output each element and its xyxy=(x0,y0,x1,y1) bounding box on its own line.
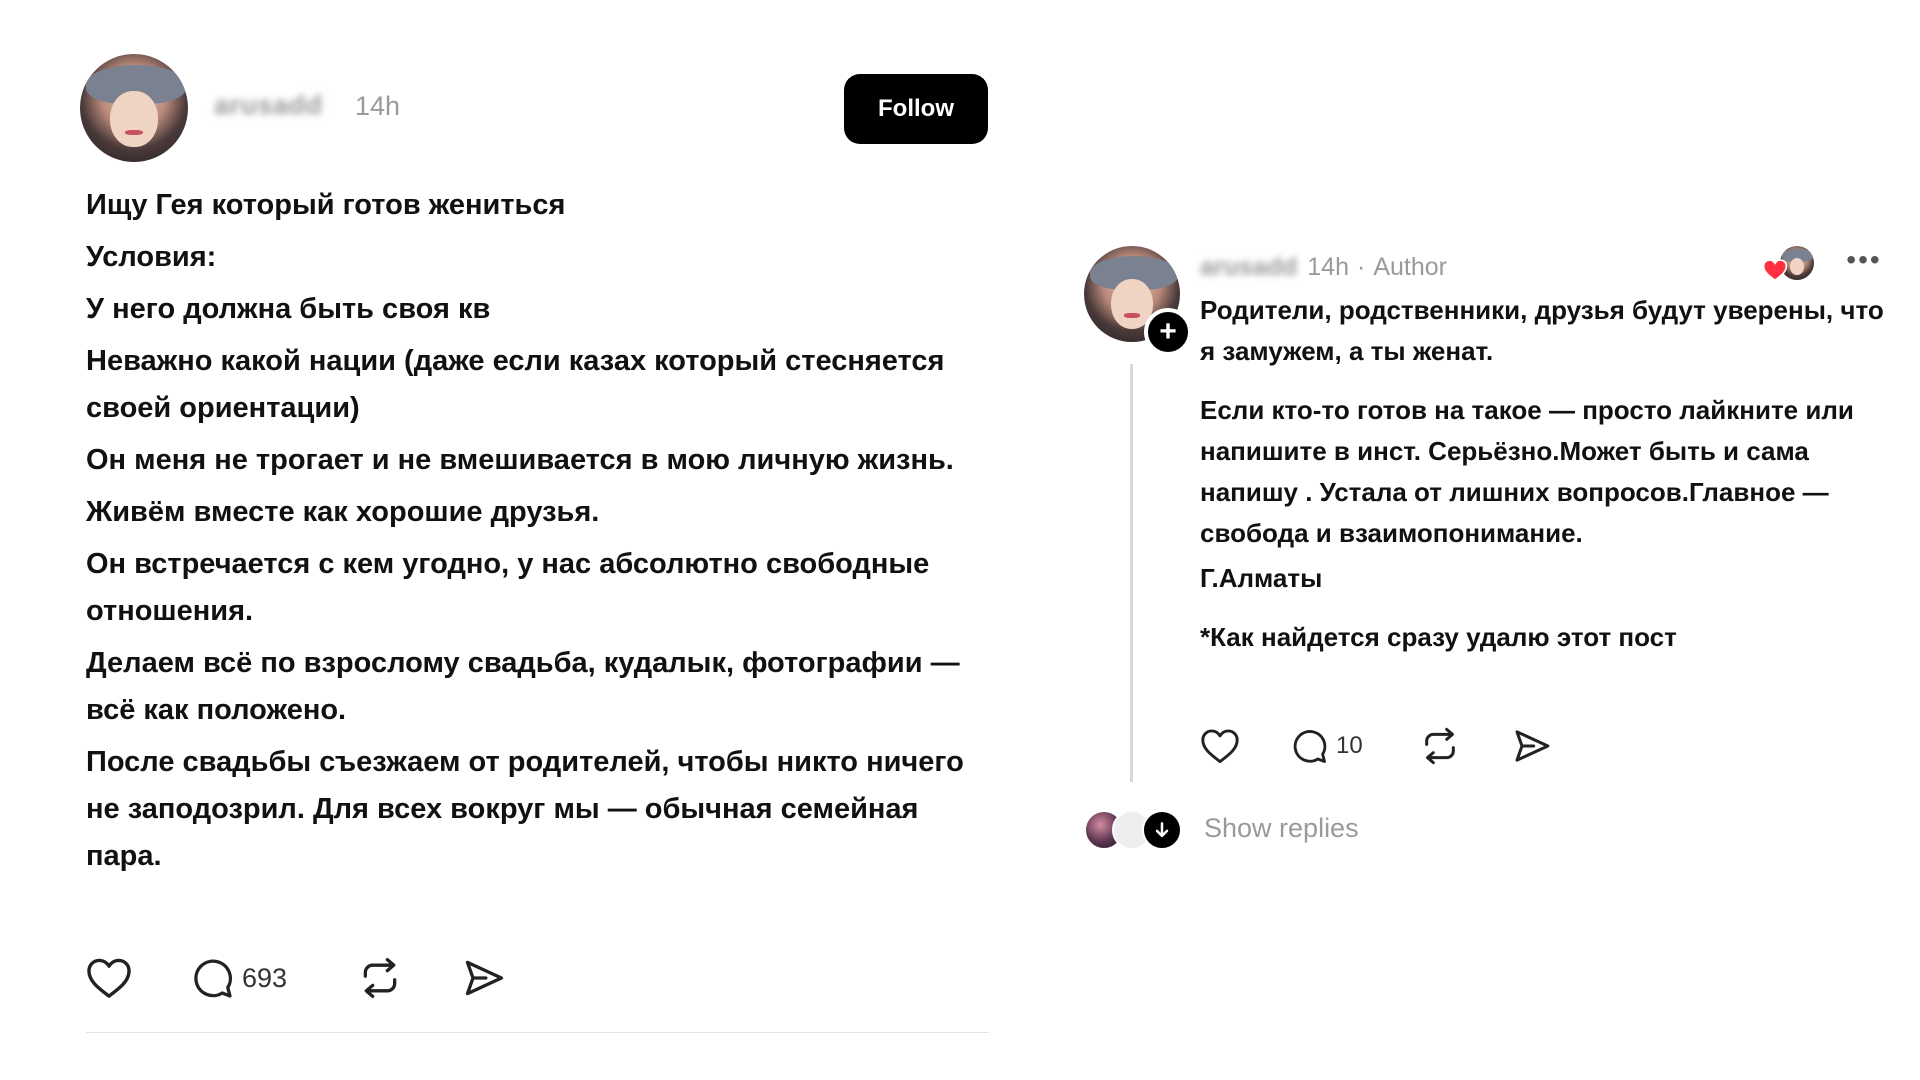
reply-actions: 10 xyxy=(1200,720,1572,772)
post-line: Он встречается с кем угодно, у нас абсол… xyxy=(86,548,930,627)
main-post: arusadd 14h Follow Ищу Гея который готов… xyxy=(80,52,990,885)
share-icon xyxy=(465,960,504,996)
arrow-down-icon xyxy=(1142,810,1182,850)
reply-paragraph: Если кто-то готов на такое — просто лайк… xyxy=(1200,395,1854,548)
follow-plus-icon[interactable]: + xyxy=(1144,308,1192,356)
reply-meta: arusadd 14h · Author xyxy=(1200,250,1447,284)
reply-text: Родители, родственники, друзья будут уве… xyxy=(1200,290,1890,676)
reply-comment-count: 10 xyxy=(1336,732,1363,759)
repost-icon xyxy=(363,958,397,998)
post-line: Он меня не трогает и не вмешивается в мо… xyxy=(86,444,954,476)
reply-repost-button[interactable] xyxy=(1420,726,1512,766)
comment-count: 693 xyxy=(242,962,288,993)
show-replies-button[interactable]: Show replies xyxy=(1084,806,1359,850)
heart-icon xyxy=(1201,729,1239,764)
reply-paragraph: *Как найдется сразу удалю этот пост xyxy=(1200,622,1677,652)
liked-heart-icon xyxy=(1762,259,1788,282)
post-line: Живём вместе как хорошие друзья. xyxy=(86,496,600,528)
replier-avatars xyxy=(1084,806,1184,850)
post-line: После свадьбы съезжаем от родителей, что… xyxy=(86,746,964,872)
follow-button[interactable]: Follow xyxy=(844,74,988,144)
heart-icon xyxy=(87,958,131,998)
author-avatar[interactable] xyxy=(80,54,188,162)
author-username[interactable]: arusadd xyxy=(214,90,323,121)
repost-button[interactable] xyxy=(358,956,462,1000)
like-button[interactable] xyxy=(86,957,190,999)
share-icon xyxy=(1515,730,1550,762)
reply-avatar-wrap: + xyxy=(1084,246,1192,356)
post-header: arusadd 14h Follow xyxy=(80,52,990,164)
author-label: Author xyxy=(1373,252,1447,281)
post-actions: 693 xyxy=(86,948,522,1008)
post-time: 14h xyxy=(355,91,401,121)
post-line: Ищу Гея который готов жениться xyxy=(86,189,566,221)
post-line: Делаем всё по взрослому свадьба, кудалык… xyxy=(86,647,960,726)
reply-like-button[interactable] xyxy=(1200,728,1290,764)
comment-icon xyxy=(1293,730,1327,763)
comment-icon xyxy=(194,959,233,998)
thread-line xyxy=(1130,364,1133,782)
reply-username[interactable]: arusadd xyxy=(1200,253,1297,282)
liked-by-author xyxy=(1760,242,1816,286)
share-button[interactable] xyxy=(462,956,522,1000)
reply-paragraph: Родители, родственники, друзья будут уве… xyxy=(1200,295,1884,366)
comment-button[interactable]: 693 xyxy=(190,956,358,1000)
repost-icon xyxy=(1425,727,1455,765)
post-line: Неважно какой нации (даже если казах кот… xyxy=(86,345,945,424)
reply-paragraph: Г.Алматы xyxy=(1200,563,1323,593)
reply-time: 14h xyxy=(1307,252,1349,281)
reply-comment-button[interactable]: 10 xyxy=(1290,727,1420,765)
more-options-icon[interactable]: ••• xyxy=(1846,246,1882,278)
threads-page: arusadd 14h Follow Ищу Гея который готов… xyxy=(0,0,1920,1080)
post-text: Ищу Гея который готов жениться Условия: … xyxy=(80,182,986,880)
reply-share-button[interactable] xyxy=(1512,726,1572,766)
post-line: Условия: xyxy=(86,241,217,273)
post-divider xyxy=(86,1032,989,1033)
show-replies-label[interactable]: Show replies xyxy=(1204,813,1359,844)
meta-separator: · xyxy=(1356,252,1366,281)
post-line: У него должна быть своя кв xyxy=(86,293,491,325)
